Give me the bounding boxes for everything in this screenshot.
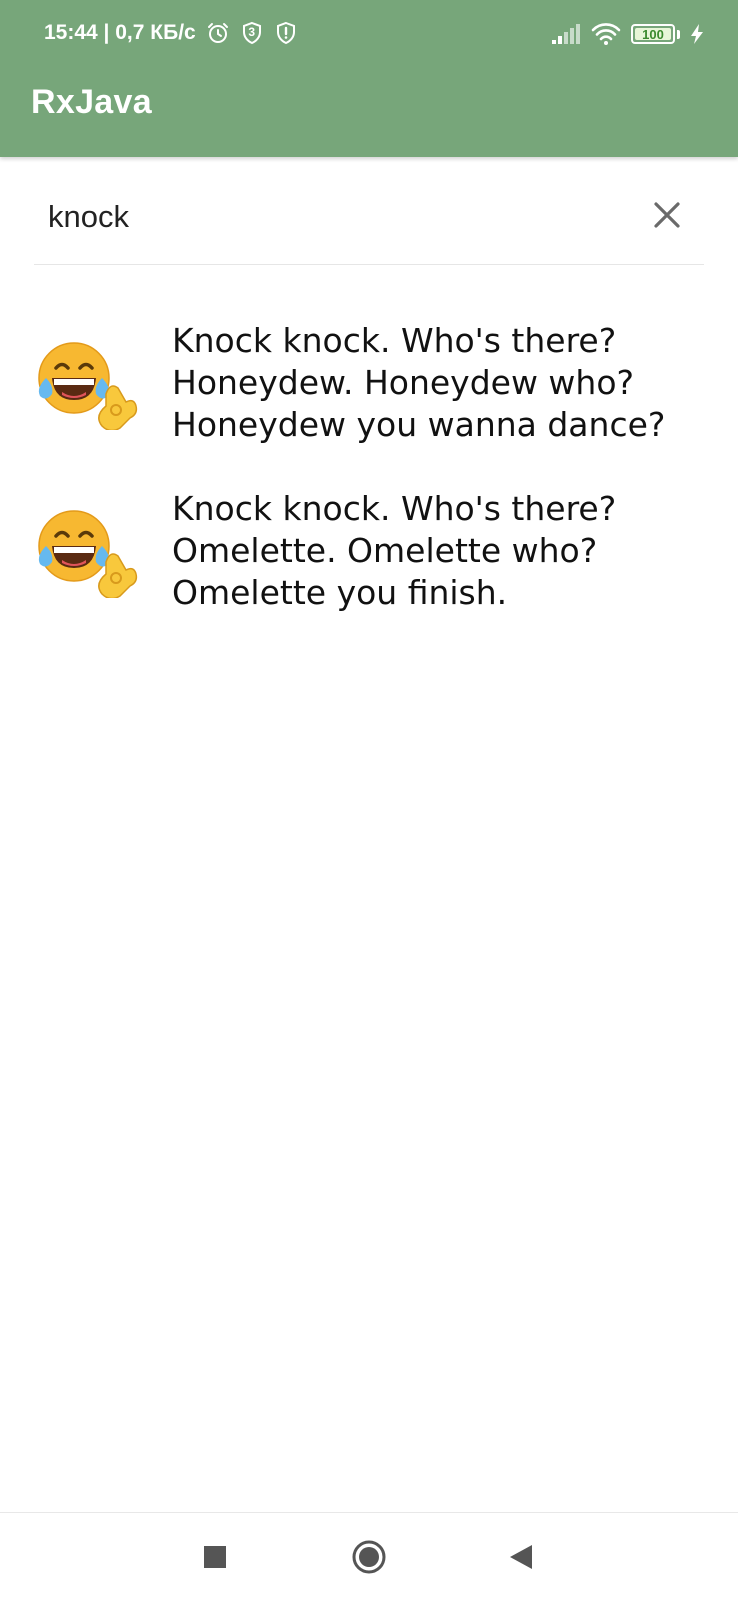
top-bar: 15:44 | 0,7 КБ/с 3 100 RxJava [0,0,738,157]
battery-level: 100 [642,26,664,42]
home-button[interactable] [345,1533,393,1581]
recents-button[interactable] [191,1533,239,1581]
back-triangle-icon [510,1545,532,1569]
shield-badge-number: 3 [248,25,256,39]
home-circle-icon [352,1540,386,1574]
battery-icon: 100 [631,24,675,44]
shield-badge-icon: 3 [240,21,264,45]
laughing-ok-emoji-icon [38,510,138,598]
status-bar: 15:44 | 0,7 КБ/с 3 100 [0,0,738,66]
status-right: 100 [551,20,704,48]
search-input[interactable] [48,192,608,242]
results-list: Knock knock. Who's there? Honeydew. Hone… [0,320,738,656]
recents-square-icon [204,1546,226,1568]
back-button[interactable] [497,1533,545,1581]
laughing-ok-emoji-icon [38,342,138,430]
search-bar [34,182,704,265]
signal-icon [552,24,580,44]
status-left: 15:44 | 0,7 КБ/с 3 [44,18,298,48]
navigation-bar [0,1512,738,1600]
wifi-icon [591,23,621,45]
status-time: 15:44 | 0,7 КБ/с [44,21,196,44]
battery-tip [677,29,680,39]
clear-search-button[interactable] [642,190,692,240]
joke-text: Knock knock. Who's there? Honeydew. Hone… [172,321,666,444]
list-item[interactable]: Knock knock. Who's there? Honeydew. Hone… [0,320,738,488]
app-title: RxJava [31,83,152,121]
joke-text: Knock knock. Who's there? Omelette. Omel… [172,489,617,612]
close-icon [654,202,680,228]
alarm-icon [207,23,228,43]
screen: 15:44 | 0,7 КБ/с 3 100 RxJava knock Knoc… [0,0,738,1600]
alert-shield-icon [276,21,295,45]
list-item[interactable]: Knock knock. Who's there? Omelette. Omel… [0,488,738,656]
charging-icon [691,24,703,44]
